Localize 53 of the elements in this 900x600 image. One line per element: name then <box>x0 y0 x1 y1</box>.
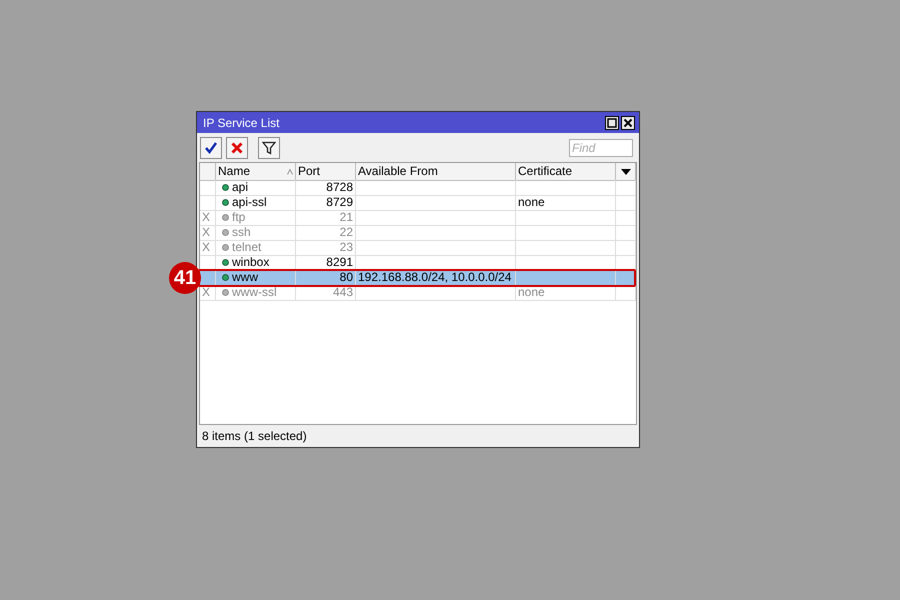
status-dot-icon <box>222 259 229 266</box>
flag-cell: X <box>200 225 216 241</box>
flag-cell: X <box>200 210 216 226</box>
step-badge: 41 <box>169 262 201 294</box>
column-header[interactable]: Certificate <box>516 163 616 181</box>
table-cell: 23 <box>296 240 356 256</box>
table-cell: 21 <box>296 210 356 226</box>
status-text: 8 items (1 selected) <box>201 428 308 445</box>
window-title: IP Service List <box>203 116 280 130</box>
table-cell: 8729 <box>296 195 356 211</box>
table-cell: ftp <box>232 210 246 225</box>
column-header[interactable]: Port <box>296 163 356 181</box>
table-cell: 22 <box>296 225 356 241</box>
filter-icon <box>262 140 276 154</box>
table-cell: none <box>516 195 616 211</box>
dropdown-icon <box>620 168 630 174</box>
table-cell: 80 <box>296 270 356 286</box>
table-row[interactable]: api-ssl 8729 none <box>200 195 636 210</box>
table-cell: www-ssl <box>232 285 277 300</box>
status-dot-icon <box>222 274 229 281</box>
status-dot-icon <box>222 214 229 221</box>
status-dot-icon <box>222 184 229 191</box>
table-cell: telnet <box>232 240 262 255</box>
cross-icon <box>230 140 244 154</box>
flag-cell: X <box>200 240 216 256</box>
disable-button[interactable] <box>226 136 248 158</box>
table-cell: api-ssl <box>232 195 267 210</box>
status-dot-icon <box>222 244 229 251</box>
column-header[interactable]: Name <box>216 163 296 181</box>
column-header[interactable]: Available From <box>356 163 516 181</box>
table-row[interactable]: www 80 192.168.88.0/24, 10.0.0.0/24 <box>200 270 636 285</box>
checkmark-icon <box>204 140 218 154</box>
status-dot-icon <box>222 289 229 296</box>
find-field[interactable]: Find <box>569 138 633 156</box>
column-menu-button[interactable] <box>616 163 636 181</box>
table-cell: ssh <box>232 225 251 240</box>
table-cell: www <box>232 270 258 285</box>
flag-cell: X <box>200 285 216 301</box>
close-icon <box>623 118 633 128</box>
filter-button[interactable] <box>258 136 280 158</box>
close-button[interactable] <box>621 116 635 130</box>
maximize-icon <box>607 118 617 128</box>
table-cell: winbox <box>232 255 270 270</box>
status-dot-icon <box>222 229 229 236</box>
maximize-button[interactable] <box>605 116 619 130</box>
table-cell: 192.168.88.0/24, 10.0.0.0/24 <box>356 270 516 286</box>
table-cell: api <box>232 180 248 195</box>
table-row[interactable]: api 8728 <box>200 180 636 195</box>
table-cell: none <box>516 285 616 301</box>
status-dot-icon <box>222 199 229 206</box>
table-cell: 443 <box>296 285 356 301</box>
table-cell: 8728 <box>296 180 356 196</box>
enable-button[interactable] <box>200 136 222 158</box>
